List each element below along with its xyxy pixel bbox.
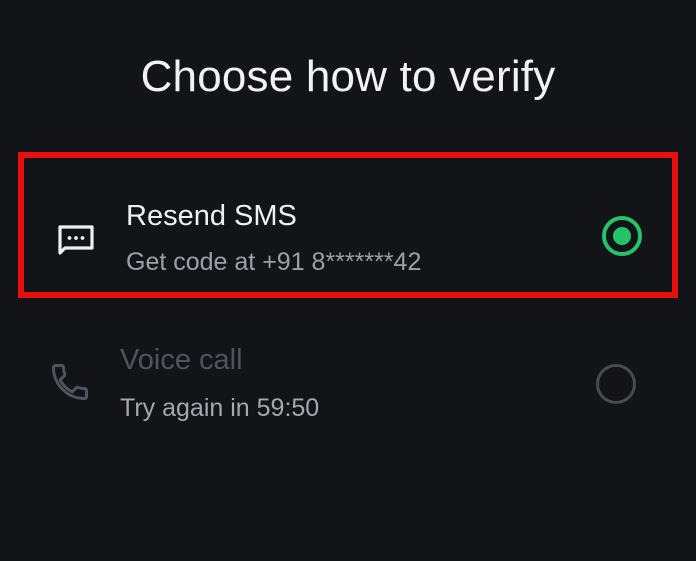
option-label: Voice call [120, 344, 243, 376]
option-resend-sms[interactable]: Resend SMS Get code at +91 8*******42 [18, 152, 678, 298]
phone-icon [52, 364, 88, 400]
option-sublabel: Get code at +91 8*******42 [126, 248, 422, 276]
radio-unselected[interactable] [596, 364, 636, 404]
radio-selected[interactable] [602, 216, 642, 256]
option-voice-call[interactable]: Voice call Try again in 59:50 [18, 310, 678, 456]
verify-method-sheet: Choose how to verify Resend SMS Get code… [0, 0, 696, 561]
page-title: Choose how to verify [140, 52, 556, 101]
option-sublabel: Try again in 59:50 [120, 394, 320, 422]
sms-message-icon [58, 225, 94, 255]
option-label: Resend SMS [126, 200, 297, 232]
